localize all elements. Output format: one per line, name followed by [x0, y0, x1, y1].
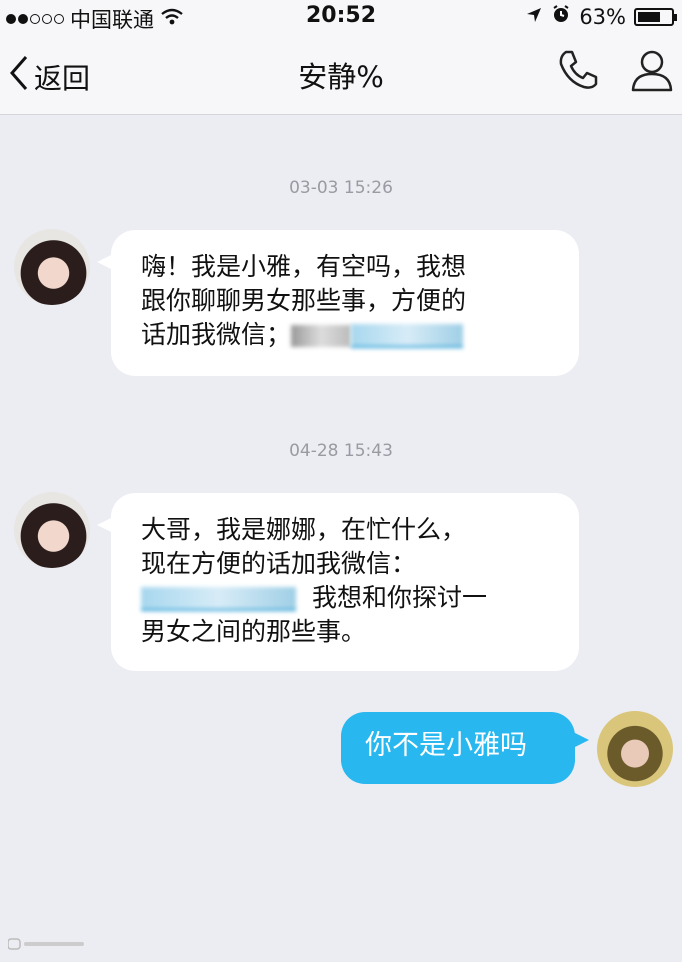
avatar[interactable] — [14, 492, 90, 568]
message-timestamp: 03-03 15:26 — [289, 178, 393, 198]
message-text: 我想和你探讨一 — [311, 583, 487, 612]
redacted-wechat-id[interactable] — [351, 324, 464, 348]
avatar[interactable] — [14, 229, 90, 305]
message-text: 大哥，我是娜娜，在忙什么， — [141, 515, 467, 544]
message-text: 话加我微信； — [141, 320, 292, 349]
message-text: 嗨！我是小雅，有空吗，我想 — [141, 252, 467, 281]
message-bubble-self[interactable]: 你不是小雅吗 — [341, 712, 589, 784]
message-timestamp: 04-28 15:43 — [289, 441, 393, 461]
message-bubble[interactable]: 大哥，我是娜娜，在忙什么， 现在方便的话加我微信： 我想和你探讨一 男女之间的那… — [97, 493, 579, 671]
redacted-wechat-id[interactable] — [141, 587, 296, 611]
redacted-text — [291, 325, 352, 347]
nav-bar: 返回 安静% — [0, 34, 682, 115]
contact-icon[interactable] — [630, 48, 674, 96]
self-avatar[interactable] — [597, 711, 673, 787]
message-text: 男女之间的那些事。 — [141, 617, 367, 646]
message-text: 你不是小雅吗 — [365, 730, 527, 761]
message-text: 跟你聊聊男女那些事，方便的 — [141, 286, 467, 315]
status-bar: 中国联通 20:52 63% — [0, 0, 682, 34]
battery-percent: 63% — [579, 4, 626, 29]
battery-icon — [634, 7, 677, 26]
message-bubble[interactable]: 嗨！我是小雅，有空吗，我想 跟你聊聊男女那些事，方便的 话加我微信； — [97, 230, 579, 376]
phone-icon[interactable] — [556, 48, 600, 96]
watermark — [7, 936, 88, 956]
message-text: 现在方便的话加我微信： — [141, 549, 417, 578]
alarm-icon — [551, 4, 571, 29]
location-icon — [525, 5, 543, 29]
